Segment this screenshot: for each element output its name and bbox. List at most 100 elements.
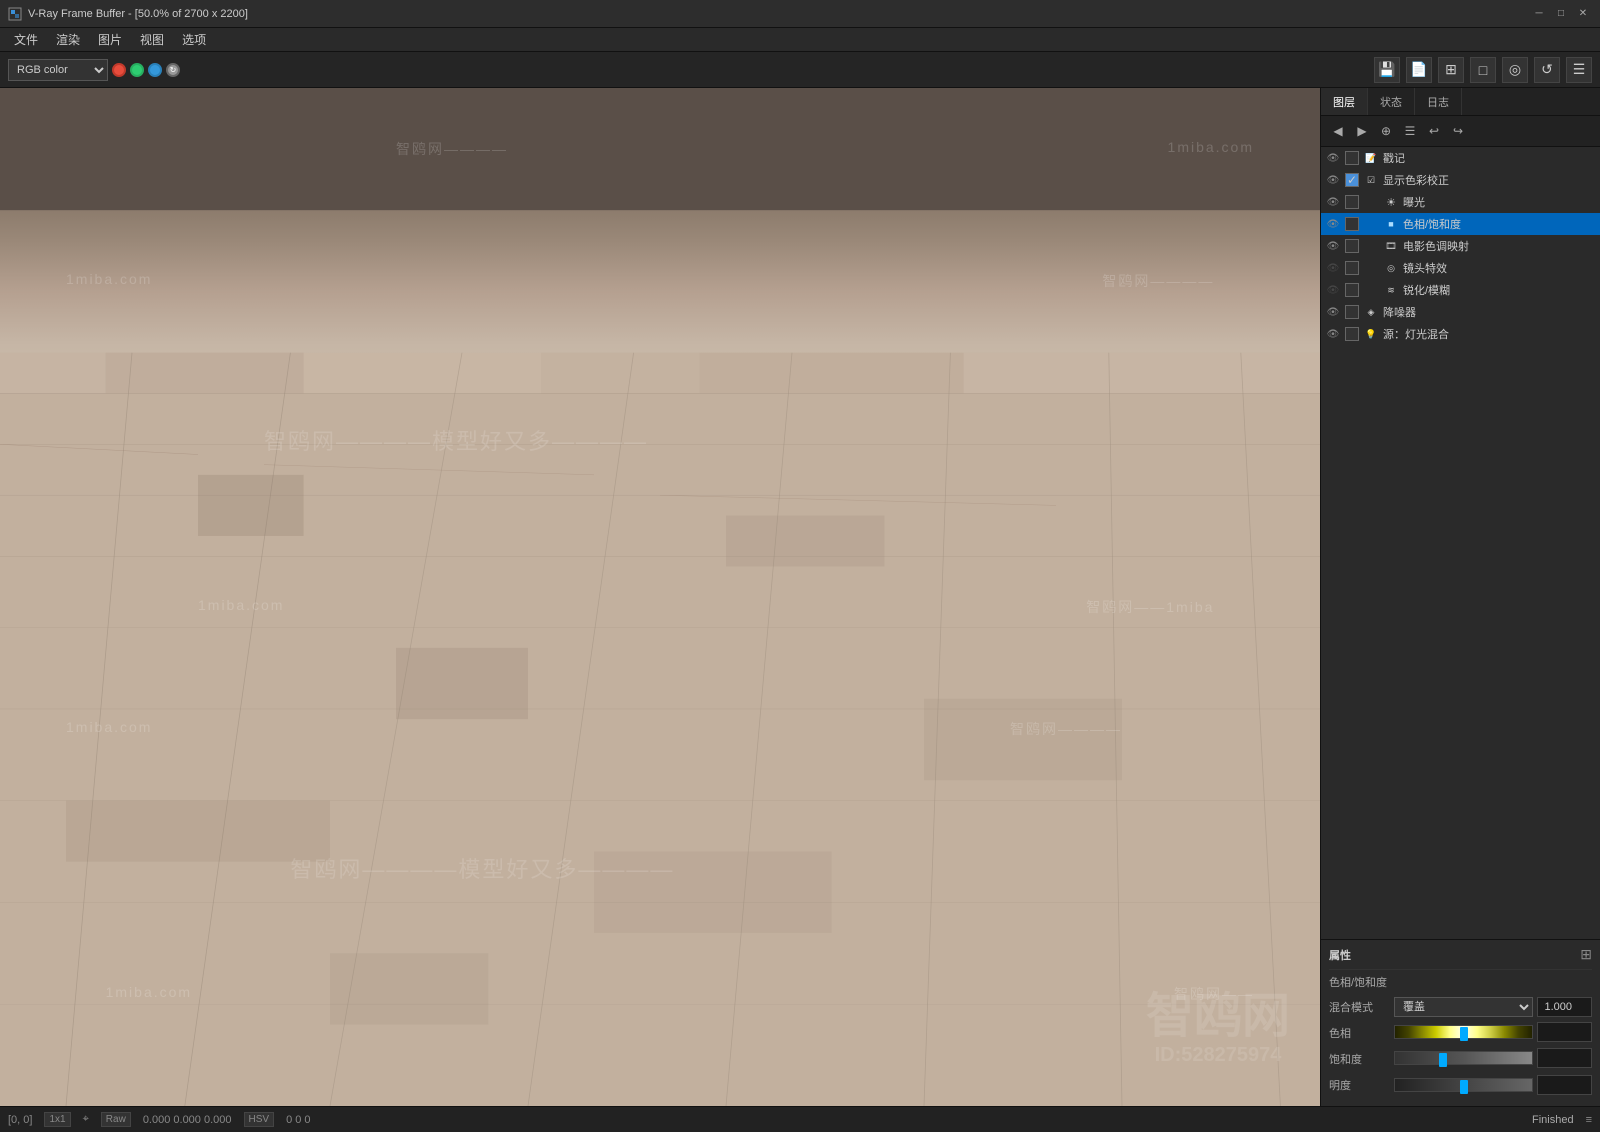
menu-icon[interactable]: ≡: [1586, 1114, 1592, 1126]
layer-lens[interactable]: 👁 ◎ 镜头特效: [1321, 257, 1600, 279]
region-button[interactable]: □: [1470, 57, 1496, 83]
undo-button[interactable]: ↺: [1534, 57, 1560, 83]
alpha-channel-button[interactable]: ↻: [166, 63, 180, 77]
format-badge: HSV: [244, 1112, 275, 1127]
status-text: Finished: [1532, 1114, 1574, 1126]
layer-name-ft: 电影色调映射: [1403, 238, 1596, 254]
hue-slider[interactable]: [1394, 1025, 1533, 1039]
extra-values-item: 0 0 0: [286, 1114, 310, 1126]
window-controls[interactable]: ─ □ ✕: [1530, 5, 1592, 23]
values-display: 0.000 0.000 0.000: [143, 1114, 232, 1126]
blend-mode-label: 混合模式: [1329, 999, 1394, 1015]
eye-icon-lens[interactable]: 👁: [1325, 260, 1341, 276]
saturation-control: -0.216: [1394, 1048, 1592, 1070]
menu-image[interactable]: 图片: [90, 29, 130, 50]
checkbox-dn[interactable]: [1345, 305, 1359, 319]
layer-icon-cc: ☑: [1363, 172, 1379, 188]
props-expand-button[interactable]: ⊞: [1580, 946, 1592, 963]
panel-undo-button[interactable]: ↩: [1423, 120, 1445, 142]
render-viewport[interactable]: 智鸥网———— 1miba.com 1miba.com 智鸥网———— 智鸥网—…: [0, 88, 1320, 1106]
panel-add-button[interactable]: ⊕: [1375, 120, 1397, 142]
eye-icon-record[interactable]: 👁: [1325, 150, 1341, 166]
cursor-icon-item: ⌖: [83, 1113, 89, 1126]
blend-mode-row: 混合模式 覆盖: [1329, 996, 1592, 1018]
layer-denoiser[interactable]: 👁 ◈ 降噪器: [1321, 301, 1600, 323]
layer-icon-record: 📝: [1363, 150, 1379, 166]
eye-icon-sh[interactable]: 👁: [1325, 282, 1341, 298]
tab-layers[interactable]: 图层: [1321, 88, 1368, 115]
info-bar: [0, 0] 1x1 ⌖ Raw 0.000 0.000 0.000 HSV 0…: [0, 1106, 1600, 1132]
layer-name-hs: 色相/饱和度: [1403, 216, 1596, 232]
toolbar: RGB color ↻ 💾 📄 ⊞ □ ◎ ↺ ☰: [0, 52, 1600, 88]
layer-name-exp: 曝光: [1403, 194, 1596, 210]
eye-icon-cc[interactable]: 👁: [1325, 172, 1341, 188]
blend-amount-input[interactable]: [1537, 997, 1592, 1017]
saturation-slider[interactable]: [1394, 1051, 1533, 1065]
panel-redo-button[interactable]: ↪: [1447, 120, 1469, 142]
checkbox-ft[interactable]: [1345, 239, 1359, 253]
props-divider: [1329, 969, 1592, 970]
checkbox-src[interactable]: [1345, 327, 1359, 341]
checkbox-sh[interactable]: [1345, 283, 1359, 297]
layer-color-correct[interactable]: 👁 ✓ ☑ 显示色彩校正: [1321, 169, 1600, 191]
layer-film-tone[interactable]: 👁 🎞 电影色调映射: [1321, 235, 1600, 257]
settings-button[interactable]: ☰: [1566, 57, 1592, 83]
eye-icon-hs[interactable]: 👁: [1325, 216, 1341, 232]
checkbox-record[interactable]: [1345, 151, 1359, 165]
maximize-button[interactable]: □: [1552, 5, 1570, 23]
brightness-slider[interactable]: [1394, 1078, 1533, 1092]
channel-select[interactable]: RGB color: [8, 59, 108, 81]
props-header: 属性 ⊞: [1329, 946, 1592, 963]
tab-log[interactable]: 日志: [1415, 88, 1462, 115]
eye-icon-ft[interactable]: 👁: [1325, 238, 1341, 254]
hue-value-input[interactable]: 0.000: [1537, 1022, 1592, 1042]
blend-mode-select[interactable]: 覆盖: [1394, 997, 1533, 1017]
red-channel-button[interactable]: [112, 63, 126, 77]
checkbox-exp[interactable]: [1345, 195, 1359, 209]
brightness-handle[interactable]: [1460, 1080, 1468, 1094]
blue-channel-button[interactable]: [148, 63, 162, 77]
checkbox-lens[interactable]: [1345, 261, 1359, 275]
panel-forward-button[interactable]: ▶: [1351, 120, 1373, 142]
layer-record[interactable]: 👁 📝 戳记: [1321, 147, 1600, 169]
eye-icon-exp[interactable]: 👁: [1325, 194, 1341, 210]
tab-status[interactable]: 状态: [1368, 88, 1415, 115]
layer-hue-sat[interactable]: 👁 ■ 色相/饱和度: [1321, 213, 1600, 235]
panel-tabs: 图层 状态 日志: [1321, 88, 1600, 116]
panel-menu-button[interactable]: ☰: [1399, 120, 1421, 142]
stereo-button[interactable]: ◎: [1502, 57, 1528, 83]
menu-view[interactable]: 视图: [132, 29, 172, 50]
menu-icon-item[interactable]: ≡: [1586, 1114, 1592, 1126]
props-title: 属性: [1329, 947, 1351, 963]
minimize-button[interactable]: ─: [1530, 5, 1548, 23]
green-channel-button[interactable]: [130, 63, 144, 77]
layer-sharpen[interactable]: 👁 ≋ 锐化/模糊: [1321, 279, 1600, 301]
layer-icon-ft: 🎞: [1383, 238, 1399, 254]
blend-mode-control: 覆盖: [1394, 997, 1592, 1017]
layer-source[interactable]: 👁 💡 源：灯光混合: [1321, 323, 1600, 345]
hue-handle[interactable]: [1460, 1027, 1468, 1041]
eye-icon-src[interactable]: 👁: [1325, 326, 1341, 342]
title-bar-left: V-Ray Frame Buffer - [50.0% of 2700 x 22…: [8, 7, 248, 21]
checkbox-hs[interactable]: [1345, 217, 1359, 231]
coords-item: [0, 0]: [8, 1114, 32, 1126]
layer-name-record: 戳记: [1383, 150, 1596, 166]
menu-file[interactable]: 文件: [6, 29, 46, 50]
saturation-value-input[interactable]: -0.216: [1537, 1048, 1592, 1068]
properties-section: 属性 ⊞ 色相/饱和度 混合模式 覆盖 色相: [1321, 939, 1600, 1106]
save-copy-button[interactable]: 📄: [1406, 57, 1432, 83]
save-image-button[interactable]: 💾: [1374, 57, 1400, 83]
layers-list: 👁 📝 戳记 👁 ✓ ☑ 显示色彩校正 👁 ☀ 曝光: [1321, 147, 1600, 939]
compare-button[interactable]: ⊞: [1438, 57, 1464, 83]
layer-exposure[interactable]: 👁 ☀ 曝光: [1321, 191, 1600, 213]
menu-render[interactable]: 渲染: [48, 29, 88, 50]
checkbox-cc[interactable]: ✓: [1345, 173, 1359, 187]
brightness-value-input[interactable]: 0.000: [1537, 1075, 1592, 1095]
saturation-handle[interactable]: [1439, 1053, 1447, 1067]
close-button[interactable]: ✕: [1574, 5, 1592, 23]
mode-badge: Raw: [101, 1112, 131, 1127]
panel-back-button[interactable]: ◀: [1327, 120, 1349, 142]
menu-options[interactable]: 选项: [174, 29, 214, 50]
eye-icon-dn[interactable]: 👁: [1325, 304, 1341, 320]
menu-bar: 文件 渲染 图片 视图 选项: [0, 28, 1600, 52]
